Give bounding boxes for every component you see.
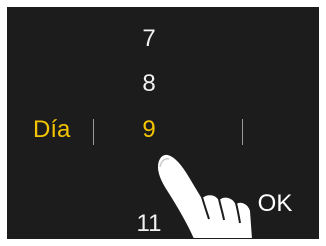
ok-button[interactable]: OK bbox=[247, 187, 303, 221]
day-option-9-selected[interactable]: 9 bbox=[129, 116, 169, 144]
day-option-7[interactable]: 7 bbox=[129, 25, 169, 53]
picker-separator-left bbox=[93, 119, 94, 145]
date-picker-screen: Día 7 8 9 11 OK bbox=[7, 7, 319, 239]
day-option-8[interactable]: 8 bbox=[129, 70, 169, 98]
day-field-label: Día bbox=[33, 116, 71, 143]
day-option-11[interactable]: 11 bbox=[129, 210, 169, 238]
picker-separator-right bbox=[242, 119, 243, 145]
